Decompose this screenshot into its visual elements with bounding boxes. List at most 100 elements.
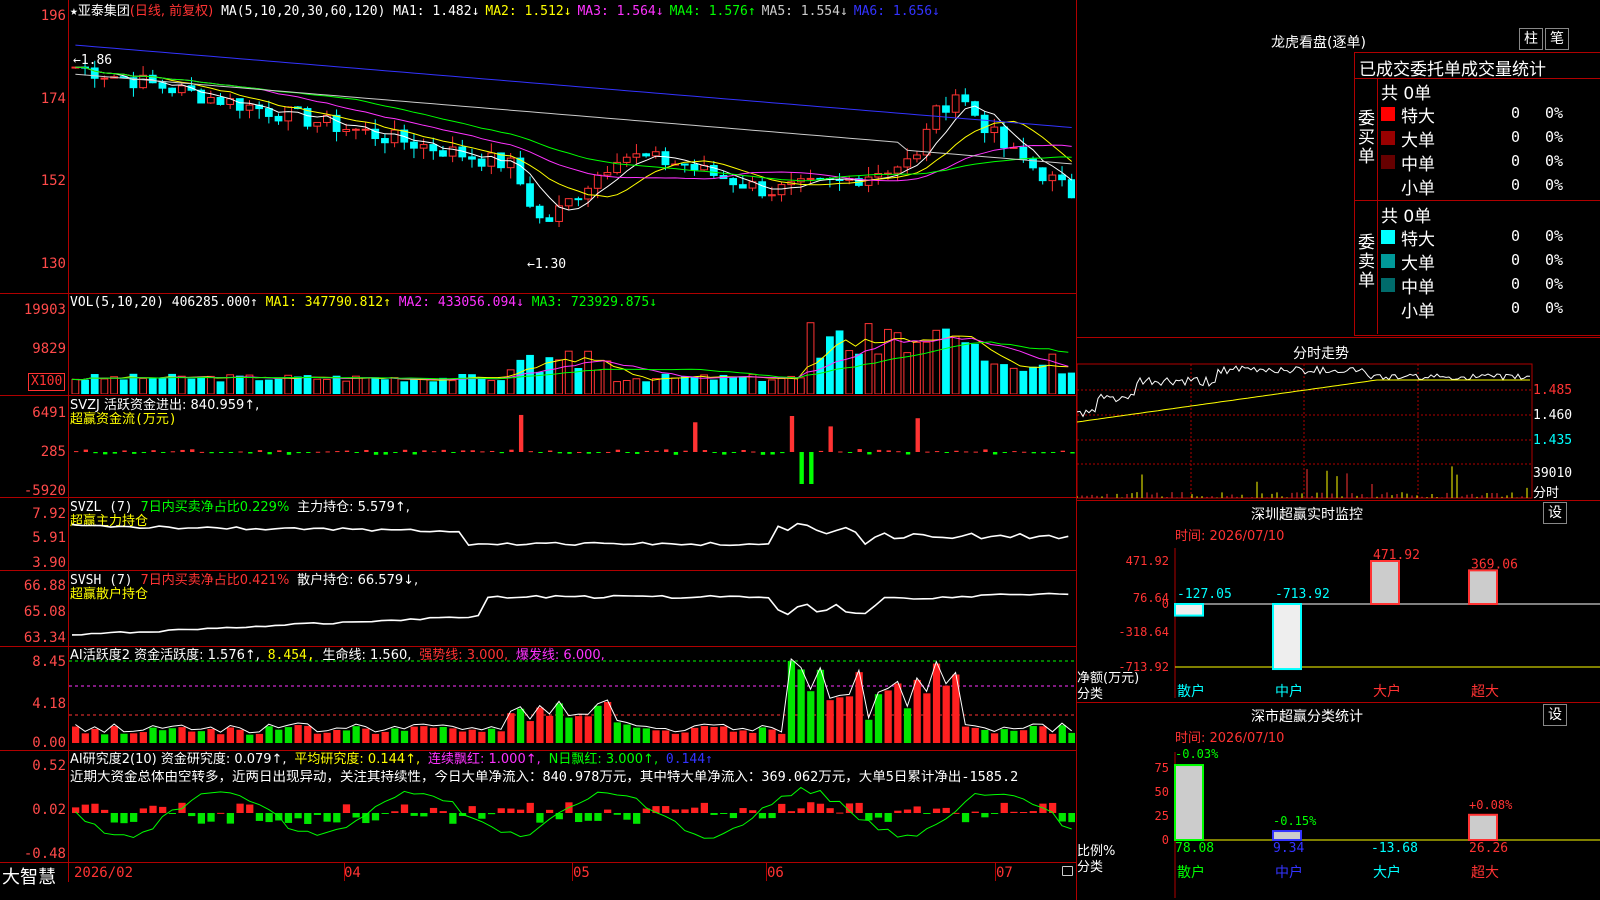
svzj-bar [518,414,524,452]
date-label: 04 [344,865,361,881]
monitor-category: 中户 [1275,683,1303,700]
ai-active-chart[interactable] [69,647,1075,749]
svzj-bar [132,452,137,454]
vol-bar [796,377,805,394]
vol-bar [139,378,147,394]
divider [1077,337,1600,338]
ai-research-indicator[interactable]: AI研究度2(10) 资金研究度: 0.079↑, [70,752,287,767]
svzj-bar [712,452,717,453]
vol-bar [1009,367,1018,394]
ai-active-bar [255,733,264,743]
kline-chart[interactable]: ←1.86 ←1.30 [69,14,1075,292]
svzj-bar [799,452,804,484]
order-pct: 0% [1545,104,1564,122]
intraday-chart[interactable] [1077,362,1600,500]
ai-research-line [75,786,1072,839]
kline-candle [168,87,177,94]
avg-research: 平均研究度: 0.144↑, [294,752,421,767]
divider [1377,78,1378,334]
ai-active-bar [633,727,641,743]
ai-active-bar [72,726,80,743]
main-chart-area[interactable]: ★亚泰集团(日线, 前复权) MA(5,10,20,30,60,120) MA1… [0,0,1077,900]
svsh-line [71,592,1069,636]
date-label: 06 [767,865,784,881]
kline-candle [951,94,960,113]
order-pct: 0% [1545,299,1564,317]
ai-active-bar [681,732,689,743]
ai-research-bar [720,813,728,814]
vol-bar [1067,372,1075,394]
vol-chart[interactable] [69,308,1075,394]
svzj-bar [586,452,592,454]
classify-settings-button[interactable]: 设 [1543,704,1567,726]
order-pct: 0% [1545,251,1564,269]
svzj-bar [161,452,166,453]
svzj-chart[interactable] [69,396,1075,496]
brand-logo[interactable]: 大智慧 [2,863,56,889]
ai-research-bar [255,813,264,821]
ma4-line [75,66,1072,182]
svzj-bar [741,449,746,452]
ai-active-bar [700,726,709,743]
ai-active-ytick: 4.18 [32,696,66,712]
kline-candle [738,184,747,189]
divider [0,862,1076,863]
ai-research-bar [120,813,128,824]
ai-research-ytick: 0.02 [32,802,66,818]
kline-candle [100,77,109,80]
ai-research-chart[interactable] [69,786,1075,861]
classify-ytick: 25 [1155,809,1169,823]
svzl-chart[interactable] [69,498,1075,569]
ai-research-bar [865,813,873,821]
classify-chart[interactable]: 75 50 25 0 -0.03% 78.08 散户 -0.15% 9.34 中户 -13.68 大户… [1077,742,1600,900]
kline-candle [961,94,970,103]
classify-value: -13.68 [1371,841,1418,856]
ai-active-ytick: 0.00 [32,735,66,751]
vol-bar [980,360,989,394]
ai-research-bar [371,813,380,821]
ai-research-bar [826,808,834,813]
ai-active-bar [594,705,602,743]
ai-research-bar [990,813,999,814]
vol-bar [419,378,428,394]
kline-candle [680,163,689,166]
vol-bar [816,357,825,394]
monitor-title: 深圳超赢实时监控 [1251,507,1363,523]
ai-active-bar [623,724,631,743]
vol-bar [158,377,167,394]
ma3-line [75,66,1072,182]
vol-bar [429,381,438,394]
svsh-chart[interactable] [69,571,1075,645]
ai-active-bar [226,727,235,743]
n-day-red: N日飘红: 3.000↑, [548,752,659,767]
svzj-bar [83,449,89,452]
divider [1077,702,1600,703]
ai-research-bar [971,811,979,813]
classify-value: 26.26 [1469,841,1508,856]
svzj-bar [199,451,205,453]
svzj-bar [992,452,998,455]
ai-active-bar [923,693,931,743]
ai-active-bar [1058,725,1066,743]
ai-active-bar [720,726,728,743]
monitor-bar [1468,569,1498,605]
classify-category: 大户 [1373,864,1401,881]
lock-icon[interactable] [1062,866,1073,876]
ai-research-bar [516,809,525,813]
ai-research-bar [110,813,118,823]
monitor-bar [1370,560,1400,605]
svzj-bar [809,452,814,484]
monitor-bar [1272,603,1302,671]
column-mode-button[interactable]: 柱 [1519,28,1543,50]
ai-active-bar [81,733,89,743]
pen-mode-button[interactable]: 笔 [1545,28,1569,50]
monitor-chart[interactable]: 471.9276.640-318.64-713.92-127.05散户-713.… [1077,540,1600,700]
ai-research-bar [178,802,186,813]
vol-unit-badge[interactable]: X100 [28,373,66,391]
monitor-settings-button[interactable]: 设 [1543,502,1567,524]
kline-candle [632,153,641,158]
vol-bar [729,376,738,394]
ai-research-bar [855,802,863,813]
ai-research-bar [197,813,206,824]
svzj-ytick: 6491 [32,405,66,421]
